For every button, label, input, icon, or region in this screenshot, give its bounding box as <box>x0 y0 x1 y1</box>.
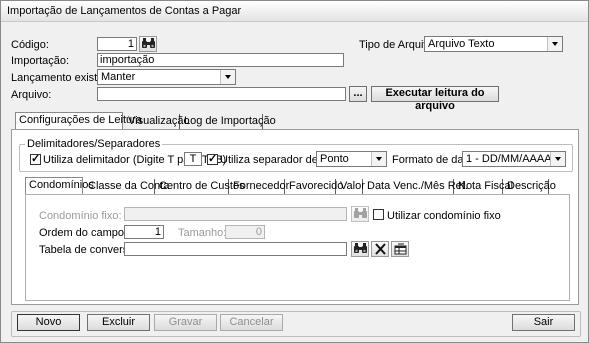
tamanho-field[interactable]: 0 <box>225 225 265 239</box>
lancamento-value: Manter <box>101 71 136 83</box>
tabela-open-button[interactable] <box>391 241 409 257</box>
import-window: Importação de Lançamentos de Contas a Pa… <box>0 0 589 343</box>
tab-fornecedor[interactable]: Fornecedor <box>230 179 289 195</box>
excluir-button[interactable]: Excluir <box>87 314 150 331</box>
chevron-down-icon <box>550 152 565 166</box>
tabela-search-button[interactable] <box>351 241 369 257</box>
importacao-field[interactable]: importação <box>97 53 344 67</box>
utilizar-condominio-fixo-label: Utilizar condomínio fixo <box>387 210 501 222</box>
novo-button-label: Novo <box>35 316 62 328</box>
codigo-label: Código: <box>11 39 49 51</box>
gravar-button-label: Gravar <box>168 316 203 328</box>
tab-label: Configurações de Leitura <box>19 114 142 126</box>
close-icon <box>375 243 386 255</box>
binoculars-icon <box>354 243 367 253</box>
tab-favorecido[interactable]: Favorecido <box>286 179 343 195</box>
ordem-campo-field[interactable]: 1 <box>124 225 164 239</box>
chevron-down-icon <box>371 152 386 166</box>
tab-valor[interactable]: Valor <box>337 179 365 195</box>
delimitadores-group-label: Delimitadores/Separadores <box>25 138 163 150</box>
tab-visualizacao[interactable]: Visualização <box>125 114 190 130</box>
table-icon <box>394 243 407 255</box>
tab-label: Data Venc./Mês Ref. <box>367 180 468 192</box>
tab-label: Favorecido <box>289 180 344 192</box>
executar-leitura-button[interactable]: Executar leitura do arquivo <box>371 86 499 112</box>
window-title: Importação de Lançamentos de Contas a Pa… <box>7 5 242 17</box>
tab-centro-custos[interactable]: Centro de Custos <box>156 179 245 195</box>
binoculars-icon <box>142 38 155 48</box>
tab-nota-fiscal[interactable]: Nota Fiscal <box>455 179 513 195</box>
sair-button[interactable]: Sair <box>512 314 575 331</box>
ordem-campo-label: Ordem do campo: <box>39 227 128 239</box>
tab-label: Valor <box>340 180 365 192</box>
condominio-fixo-search-button[interactable] <box>351 206 369 222</box>
tab-label: Log de Importação <box>184 115 276 127</box>
tab-label: Fornecedor <box>233 180 290 192</box>
codigo-field[interactable]: 1 <box>97 37 137 51</box>
tab-label: Descrição <box>507 180 556 192</box>
tipo-arquivo-select[interactable]: Arquivo Texto <box>424 36 563 52</box>
separador-select[interactable]: Ponto <box>316 151 387 167</box>
importacao-label: Importação: <box>11 55 70 67</box>
tab-configuracoes-leitura[interactable]: Configurações de Leitura <box>15 112 142 130</box>
title-bar: Importação de Lançamentos de Contas a Pa… <box>1 1 588 22</box>
utiliza-delimitador-checkbox[interactable] <box>30 152 41 165</box>
tab-descricao[interactable]: Descrição <box>504 179 556 195</box>
tab-condominios[interactable]: Condomínios <box>25 177 94 195</box>
tab-log-importacao[interactable]: Log de Importação <box>181 114 276 130</box>
cancelar-button[interactable]: Cancelar <box>220 314 283 331</box>
formato-data-value: 1 - DD/MM/AAAA <box>466 153 552 165</box>
codigo-search-button[interactable] <box>139 36 157 52</box>
formato-data-select[interactable]: 1 - DD/MM/AAAA <box>462 151 566 167</box>
tab-data-venc[interactable]: Data Venc./Mês Ref. <box>364 179 468 195</box>
browse-button[interactable]: ... <box>349 86 367 102</box>
separador-value: Ponto <box>320 153 349 165</box>
cancelar-button-label: Cancelar <box>229 316 274 328</box>
condominio-fixo-field[interactable] <box>124 207 347 221</box>
gravar-button[interactable]: Gravar <box>154 314 217 331</box>
tamanho-label: Tamanho: <box>178 227 227 239</box>
delimitador-field[interactable]: T <box>184 152 202 166</box>
lancamento-select[interactable]: Manter <box>97 69 236 85</box>
tabela-clear-button[interactable] <box>371 241 389 257</box>
novo-button[interactable]: Novo <box>17 314 80 331</box>
arquivo-label: Arquivo: <box>11 89 52 101</box>
sub-tab-strip: Condomínios Classe da Conta Centro de Cu… <box>25 177 573 195</box>
utiliza-separador-checkbox[interactable] <box>207 152 218 165</box>
tabela-conversao-field[interactable] <box>124 242 347 256</box>
binoculars-icon <box>354 208 367 218</box>
utilizar-condominio-fixo-checkbox[interactable] <box>373 209 384 220</box>
chevron-down-icon <box>220 70 235 84</box>
sair-button-label: Sair <box>533 316 554 328</box>
excluir-button-label: Excluir <box>101 316 135 328</box>
condominio-fixo-label: Condomínio fixo: <box>39 210 122 222</box>
arquivo-field[interactable] <box>97 87 346 101</box>
tab-classe-conta[interactable]: Classe da Conta <box>85 179 169 195</box>
chevron-down-icon <box>547 37 562 51</box>
tipo-arquivo-value: Arquivo Texto <box>428 38 495 50</box>
